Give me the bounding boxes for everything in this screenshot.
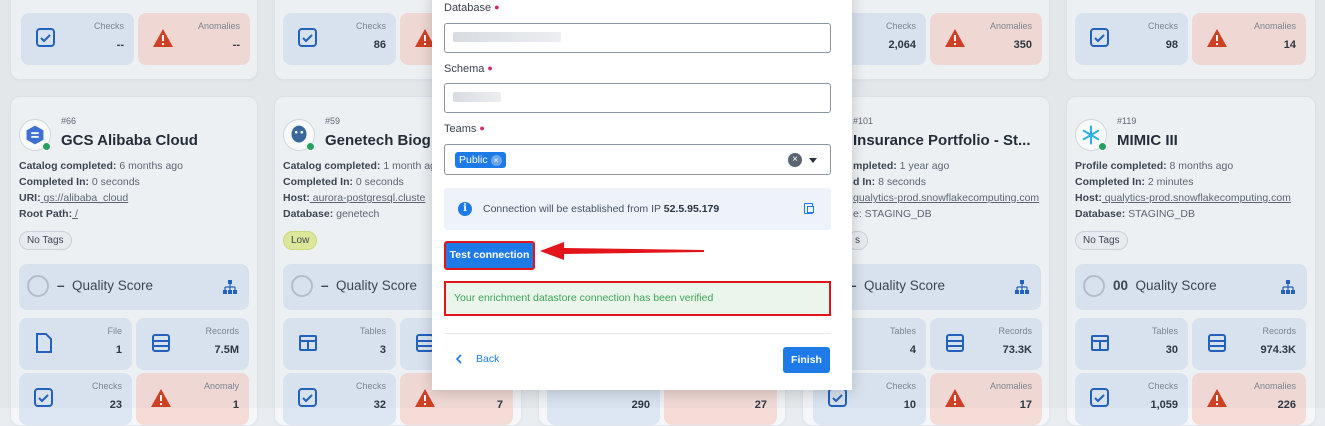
clear-icon[interactable]: × (788, 153, 802, 167)
finish-button[interactable]: Finish (783, 347, 830, 373)
copy-icon[interactable] (804, 203, 814, 214)
annotation-arrow (540, 242, 704, 260)
chevron-left-icon (456, 354, 462, 364)
footer-divider (444, 333, 831, 334)
ip-info-banner: i Connection will be established from IP… (444, 188, 831, 230)
info-icon: i (458, 202, 472, 216)
database-input[interactable] (444, 23, 831, 53)
back-button[interactable]: Back (456, 353, 499, 365)
enrichment-datastore-modal: Database ● Schema ● Teams ● Public × × i Co… (432, 0, 852, 390)
test-connection-button[interactable]: Test connection (444, 241, 535, 270)
schema-label: Schema ● (444, 63, 493, 75)
ip-info-text: Connection will be established from IP 5… (483, 203, 720, 215)
schema-value-redacted (453, 92, 501, 102)
database-value-redacted (453, 32, 561, 42)
team-chip-public[interactable]: Public × (455, 152, 506, 168)
chevron-down-icon[interactable] (809, 158, 817, 163)
teams-select[interactable]: Public × × (444, 144, 831, 175)
schema-input[interactable] (444, 83, 831, 113)
database-label: Database ● (444, 2, 500, 14)
teams-label: Teams ● (444, 123, 485, 135)
back-label: Back (476, 353, 500, 365)
chip-remove-icon[interactable]: × (490, 154, 502, 166)
connection-verified-message: Your enrichment datastore connection has… (444, 281, 831, 316)
